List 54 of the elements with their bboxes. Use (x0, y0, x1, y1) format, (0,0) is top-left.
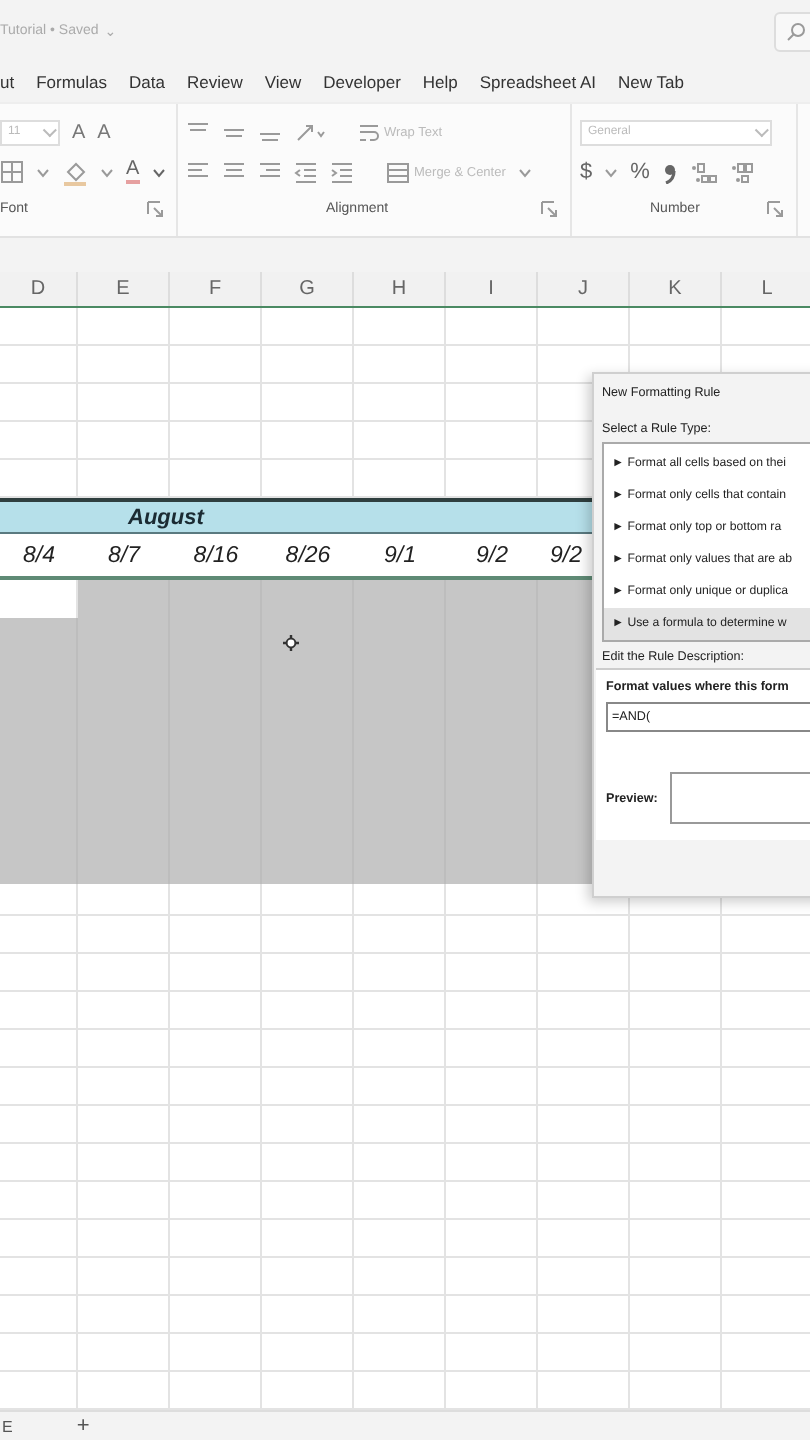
column-header[interactable]: E (78, 272, 170, 306)
caret-icon[interactable] (100, 167, 114, 177)
dialog-launcher-icon[interactable] (540, 200, 558, 218)
table-cell-text: 8/26 (283, 541, 333, 571)
menu-tab[interactable]: ut (0, 72, 15, 92)
table-cell-text: 9/2 (474, 541, 510, 571)
table-cell-text: 9/1 (382, 541, 418, 571)
column-header[interactable]: K (630, 272, 722, 306)
menu-tab[interactable]: Data (129, 72, 165, 92)
menu-tab[interactable]: New Tab (618, 72, 684, 92)
menu-tab[interactable]: Formulas (36, 72, 108, 92)
increase-decimal-icon[interactable] (689, 160, 718, 184)
dialog-launcher-icon[interactable] (766, 200, 784, 218)
table-cell: August (128, 505, 204, 529)
sheet-tab[interactable]: E (2, 1417, 13, 1435)
column-header[interactable]: H (354, 272, 446, 306)
menu-tab[interactable]: Spreadsheet AI (479, 72, 597, 92)
decrease-indent-icon[interactable] (294, 160, 318, 184)
menu-tab[interactable]: Developer (323, 72, 401, 92)
table-cell-text: 9/2 (548, 541, 584, 571)
decrease-font-button[interactable]: A (97, 121, 111, 143)
increase-font-button[interactable]: A (72, 121, 86, 143)
menu-tab[interactable]: Help (422, 72, 458, 92)
table-cell-text: 8/16 (191, 541, 241, 571)
fill-color-icon[interactable] (62, 159, 88, 185)
column-header[interactable]: L (722, 272, 810, 306)
column-header[interactable]: G (262, 272, 354, 306)
caret-icon[interactable] (517, 167, 532, 177)
wrap-text-icon (358, 121, 380, 143)
column-header[interactable]: D (0, 272, 78, 306)
add-sheet-button[interactable]: + (76, 1414, 90, 1438)
caret-icon[interactable] (36, 167, 50, 177)
search-field[interactable] (774, 11, 810, 51)
table-cell-text: 8/7 (106, 541, 143, 571)
table-cell-text: 8/4 (21, 541, 57, 571)
increase-indent-icon[interactable] (330, 160, 354, 184)
currency-button[interactable]: $ (580, 160, 593, 184)
decrease-decimal-icon[interactable] (729, 160, 758, 184)
move-cursor-icon (282, 634, 300, 652)
column-header[interactable]: F (170, 272, 262, 306)
dialog-launcher-icon[interactable] (146, 200, 164, 218)
merge-cells-icon (386, 161, 410, 183)
search-icon (786, 21, 806, 41)
column-header[interactable]: I (446, 272, 538, 306)
comma-style-icon[interactable] (661, 160, 678, 184)
column-header[interactable]: J (538, 272, 630, 306)
orientation-icon[interactable] (294, 120, 326, 144)
menu-tab[interactable]: Review (187, 72, 243, 92)
menu-tab[interactable]: View (264, 72, 302, 92)
borders-icon[interactable] (0, 160, 24, 184)
caret-icon[interactable] (604, 167, 619, 177)
caret-icon[interactable] (151, 167, 166, 177)
font-color-button[interactable]: A (126, 160, 140, 184)
percent-button[interactable]: % (630, 160, 650, 184)
